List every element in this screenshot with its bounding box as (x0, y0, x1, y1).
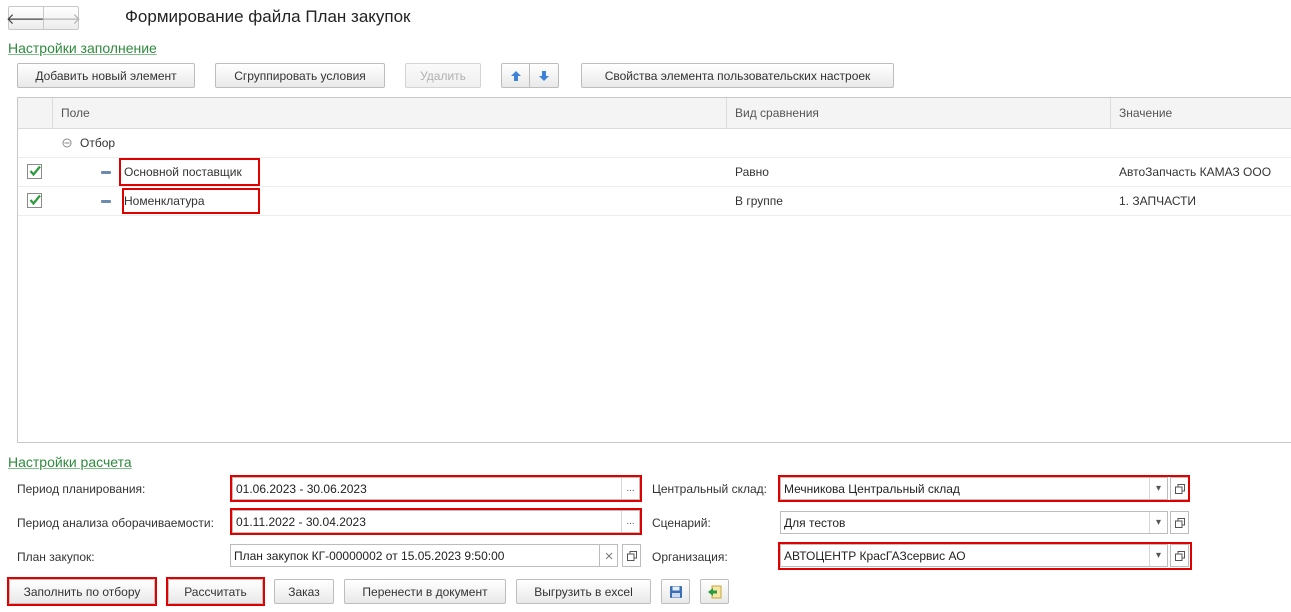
order-button[interactable]: Заказ (274, 579, 334, 604)
purchase-plan-label: План закупок: (17, 550, 95, 564)
item-marker-icon (101, 171, 111, 174)
highlight-box (230, 475, 642, 502)
export-excel-button[interactable]: Выгрузить в excel (516, 579, 651, 604)
highlight-box (778, 542, 1192, 570)
delete-button[interactable]: Удалить (405, 63, 481, 88)
save-icon (669, 585, 682, 598)
save-button[interactable] (661, 579, 690, 604)
load-settings-icon (707, 585, 721, 598)
scenario-field[interactable]: Для тестов ▾ (780, 511, 1168, 534)
group-conditions-button[interactable]: Сгруппировать условия (215, 63, 385, 88)
row-comparison[interactable]: Равно (735, 158, 769, 187)
highlight-box (166, 577, 265, 606)
organization-label: Организация: (652, 550, 728, 564)
arrow-right-icon: 🡒 (40, 10, 82, 28)
clear-button[interactable] (599, 544, 618, 567)
row-value[interactable]: АвтоЗапчасть КАМАЗ ООО (1119, 158, 1271, 187)
forward-button[interactable]: 🡒 (40, 6, 82, 30)
highlight-box (122, 188, 260, 214)
transfer-to-document-button[interactable]: Перенести в документ (344, 579, 506, 604)
load-button[interactable] (700, 579, 729, 604)
open-form-icon (626, 550, 637, 561)
calc-section-link[interactable]: Настройки расчета (8, 454, 132, 470)
collapse-icon[interactable] (62, 138, 72, 148)
analysis-period-label: Период анализа оборачиваемости: (17, 516, 214, 530)
group-label: Отбор (80, 136, 116, 150)
arrow-down-icon (539, 70, 549, 81)
move-down-button[interactable] (530, 63, 559, 88)
highlight-box (119, 158, 260, 186)
filter-grid[interactable]: Поле Вид сравнения Значение Отбор Основн… (17, 97, 1291, 443)
page-title: Формирование файла План закупок (125, 7, 411, 26)
purchase-plan-field[interactable]: План закупок КГ-00000002 от 15.05.2023 9… (230, 544, 618, 567)
row-checkbox[interactable] (27, 164, 42, 179)
row-checkbox[interactable] (27, 193, 42, 208)
column-value[interactable]: Значение (1110, 98, 1291, 129)
back-button[interactable]: 🡐 (6, 6, 46, 30)
highlight-box (778, 475, 1190, 502)
highlight-box (230, 508, 642, 535)
scenario-label: Сценарий: (652, 516, 711, 530)
add-element-button[interactable]: Добавить новый элемент (17, 63, 195, 88)
column-comparison[interactable]: Вид сравнения (726, 98, 1110, 129)
column-field[interactable]: Поле (52, 98, 726, 129)
clear-icon (605, 552, 612, 559)
open-button[interactable] (1170, 511, 1189, 534)
open-form-icon (1174, 517, 1185, 528)
scenario-value[interactable]: Для тестов (781, 516, 1149, 530)
row-comparison[interactable]: В группе (735, 187, 783, 216)
checkmark-icon (29, 165, 41, 177)
item-marker-icon (101, 200, 111, 203)
highlight-box (7, 577, 157, 606)
row-value[interactable]: 1. ЗАПЧАСТИ (1119, 187, 1196, 216)
purchase-plan-value[interactable]: План закупок КГ-00000002 от 15.05.2023 9… (231, 549, 601, 563)
settings-section-link[interactable]: Настройки заполнение (8, 40, 157, 56)
central-warehouse-label: Центральный склад: (652, 482, 767, 496)
arrow-up-icon (510, 70, 521, 81)
checkmark-icon (29, 194, 41, 206)
element-properties-button[interactable]: Свойства элемента пользовательских настр… (581, 63, 894, 88)
planning-period-label: Период планирования: (17, 482, 146, 496)
group-row[interactable]: Отбор (18, 129, 1291, 158)
open-button[interactable] (622, 544, 641, 567)
chevron-down-icon[interactable]: ▾ (1149, 512, 1167, 533)
grid-header: Поле Вид сравнения Значение (18, 98, 1291, 129)
move-up-button[interactable] (501, 63, 530, 88)
